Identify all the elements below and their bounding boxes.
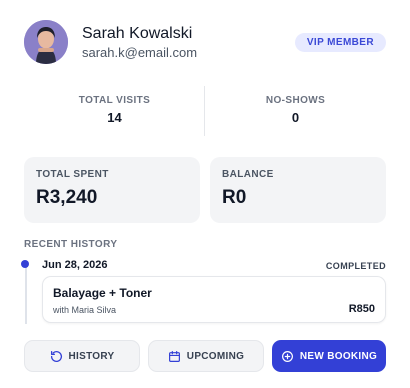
client-name: Sarah Kowalski xyxy=(82,25,193,42)
history-staff: with Maria Silva xyxy=(53,305,117,315)
history-button[interactable]: HISTORY xyxy=(24,340,140,372)
stat-value: 14 xyxy=(107,110,122,125)
avatar xyxy=(24,20,68,64)
upcoming-button[interactable]: UPCOMING xyxy=(148,340,264,372)
stats-row: TOTAL VISITS 14 NO-SHOWS 0 xyxy=(24,86,386,136)
action-bar: HISTORY UPCOMING NEW BOOKING xyxy=(24,340,386,372)
history-price: R850 xyxy=(348,303,375,315)
timeline-line xyxy=(25,264,27,324)
history-button-label: HISTORY xyxy=(68,350,115,362)
stat-label: TOTAL VISITS xyxy=(78,95,151,106)
plus-circle-icon xyxy=(281,350,294,363)
upcoming-button-label: UPCOMING xyxy=(186,350,245,362)
card-value: R0 xyxy=(222,187,247,208)
new-booking-button-label: NEW BOOKING xyxy=(299,350,378,362)
recent-history-heading: RECENT HISTORY xyxy=(24,239,118,250)
history-item-card[interactable]: Balayage + Toner with Maria Silva R850 xyxy=(42,276,386,323)
avatar-portrait xyxy=(24,20,68,64)
stat-value: 0 xyxy=(291,110,300,125)
stat-no-shows: NO-SHOWS 0 xyxy=(205,86,386,125)
client-email: sarah.k@email.com xyxy=(82,45,198,60)
history-icon xyxy=(50,350,63,363)
history-date: Jun 28, 2026 xyxy=(42,259,108,271)
new-booking-button[interactable]: NEW BOOKING xyxy=(272,340,386,372)
timeline-dot xyxy=(21,260,29,268)
vip-badge: VIP MEMBER xyxy=(294,33,386,52)
card-value: R3,240 xyxy=(36,187,98,208)
balance-card: BALANCE R0 xyxy=(210,157,386,223)
client-header: Sarah Kowalski sarah.k@email.com VIP MEM… xyxy=(24,20,386,66)
stat-total-visits: TOTAL VISITS 14 xyxy=(24,86,205,125)
total-spent-card: TOTAL SPENT R3,240 xyxy=(24,157,200,223)
history-service: Balayage + Toner xyxy=(53,286,152,300)
calendar-icon xyxy=(168,350,181,363)
card-label: TOTAL SPENT xyxy=(36,169,109,180)
card-label: BALANCE xyxy=(222,169,274,180)
stat-label: NO-SHOWS xyxy=(265,95,326,106)
history-status: COMPLETED xyxy=(325,261,386,271)
